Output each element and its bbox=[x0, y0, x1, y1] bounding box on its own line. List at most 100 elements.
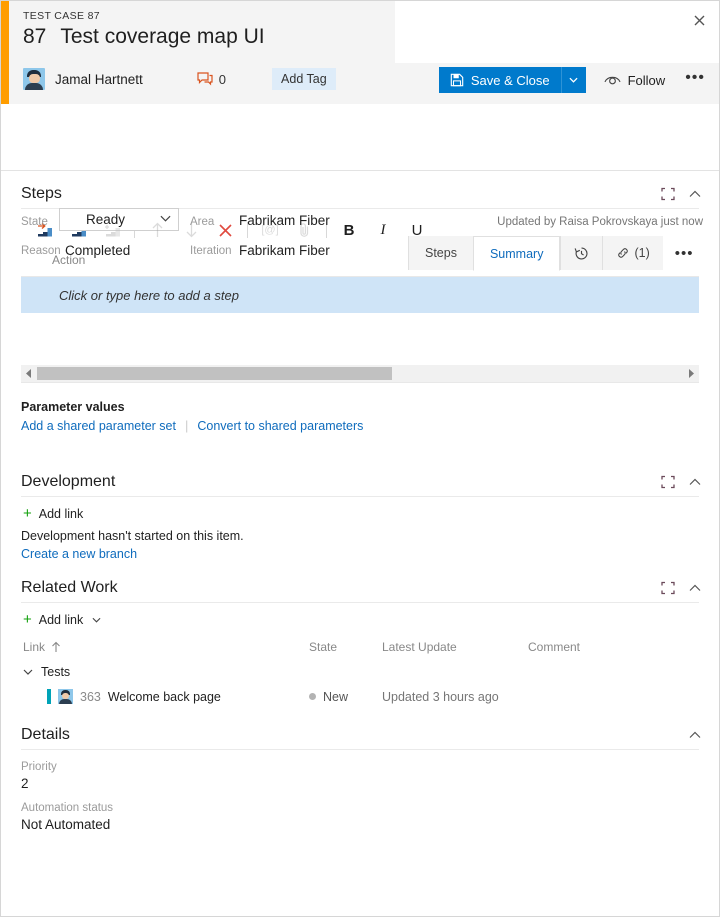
field-strip: State Ready Reason Completed Area Fabrik… bbox=[1, 104, 719, 171]
development-empty-text: Development hasn't started on this item. bbox=[1, 521, 719, 543]
tab-strip: Steps Summary (1) ••• bbox=[408, 236, 706, 270]
save-and-close-button[interactable]: Save & Close bbox=[439, 67, 561, 93]
work-item-id: 87 bbox=[23, 25, 46, 49]
comment-count-button[interactable]: 0 bbox=[197, 72, 226, 87]
scrollbar-thumb[interactable] bbox=[37, 367, 392, 380]
scrollbar-track[interactable] bbox=[37, 365, 683, 382]
tab-links-count: (1) bbox=[634, 246, 649, 260]
automation-status-value[interactable]: Not Automated bbox=[1, 814, 719, 832]
related-item-title[interactable]: Welcome back page bbox=[108, 690, 221, 704]
column-link[interactable]: Link bbox=[23, 640, 45, 654]
tab-steps[interactable]: Steps bbox=[408, 236, 473, 270]
link-divider: | bbox=[185, 418, 188, 433]
horizontal-scrollbar[interactable] bbox=[21, 365, 699, 382]
assigned-to-name[interactable]: Jamal Hartnett bbox=[55, 72, 143, 87]
development-section-header: Development bbox=[1, 473, 719, 491]
automation-status-label: Automation status bbox=[1, 791, 719, 814]
collapse-chevron-icon[interactable] bbox=[689, 191, 701, 198]
expand-icon[interactable] bbox=[661, 188, 675, 201]
development-add-link-button[interactable]: + Add link bbox=[1, 497, 719, 521]
expand-icon[interactable] bbox=[661, 476, 675, 489]
related-work-section-header: Related Work bbox=[1, 579, 719, 597]
scroll-left-icon[interactable] bbox=[21, 365, 37, 382]
tab-history[interactable] bbox=[560, 236, 602, 270]
related-item-latest-update: Updated 3 hours ago bbox=[382, 690, 528, 704]
related-item-id: 363 bbox=[80, 690, 101, 704]
reason-value[interactable]: Completed bbox=[65, 243, 130, 258]
expand-icon[interactable] bbox=[661, 582, 675, 595]
collapse-chevron-icon[interactable] bbox=[689, 585, 701, 592]
related-work-table-header: Link State Latest Update Comment bbox=[1, 627, 719, 654]
column-latest-update[interactable]: Latest Update bbox=[382, 640, 528, 654]
work-item-type-bar bbox=[47, 689, 51, 704]
tab-summary[interactable]: Summary bbox=[473, 236, 560, 271]
priority-value[interactable]: 2 bbox=[1, 773, 719, 791]
attach-icon bbox=[287, 217, 321, 243]
breadcrumb: TEST CASE 87 bbox=[23, 10, 100, 22]
plus-icon: + bbox=[23, 614, 32, 626]
add-tag-button[interactable]: Add Tag bbox=[272, 68, 336, 90]
collapse-chevron-icon[interactable] bbox=[689, 479, 701, 486]
avatar bbox=[23, 68, 45, 90]
add-step-row[interactable]: Click or type here to add a step bbox=[21, 277, 699, 313]
reason-label: Reason bbox=[21, 245, 61, 257]
steps-section-header: Steps bbox=[1, 185, 719, 203]
related-work-add-link-button[interactable]: + Add link bbox=[1, 603, 719, 627]
add-link-label: Add link bbox=[39, 613, 83, 627]
collapse-chevron-icon[interactable] bbox=[689, 732, 701, 739]
development-section-title: Development bbox=[21, 473, 115, 491]
related-item-state: New bbox=[323, 690, 348, 704]
page-title: 87 Test coverage map UI bbox=[23, 25, 265, 49]
add-shared-parameter-set-link[interactable]: Add a shared parameter set bbox=[21, 419, 176, 433]
group-label: Tests bbox=[41, 665, 70, 679]
column-state[interactable]: State bbox=[309, 640, 382, 654]
iteration-value[interactable]: Fabrikam Fiber bbox=[239, 243, 330, 258]
more-commands-button[interactable]: ••• bbox=[685, 73, 705, 88]
iteration-label: Iteration bbox=[190, 245, 232, 257]
add-link-label: Add link bbox=[39, 507, 83, 521]
follow-button[interactable]: Follow bbox=[604, 73, 666, 88]
insert-step-parameter-icon bbox=[95, 217, 129, 243]
link-icon bbox=[616, 246, 630, 260]
details-section-title: Details bbox=[21, 726, 70, 744]
chevron-down-icon bbox=[92, 617, 101, 623]
arrow-up-icon bbox=[51, 641, 61, 653]
eye-icon bbox=[604, 74, 621, 86]
tab-links[interactable]: (1) bbox=[602, 236, 662, 270]
updated-note: Updated by Raisa Pokrovskaya just now bbox=[497, 216, 703, 228]
status-dot bbox=[309, 693, 316, 700]
comment-count: 0 bbox=[219, 72, 226, 87]
related-work-section-title: Related Work bbox=[21, 579, 118, 597]
create-new-branch-link[interactable]: Create a new branch bbox=[21, 547, 137, 561]
save-options-dropdown[interactable] bbox=[561, 67, 586, 93]
chevron-down-icon bbox=[23, 669, 33, 675]
parameter-values-title: Parameter values bbox=[21, 400, 699, 414]
history-clock-icon bbox=[574, 246, 589, 261]
move-up-icon bbox=[140, 217, 174, 243]
command-bar: Save & Close Follow ••• bbox=[439, 67, 705, 93]
close-button[interactable] bbox=[685, 7, 713, 33]
save-and-close-label: Save & Close bbox=[471, 73, 550, 88]
save-disk-icon bbox=[450, 73, 464, 87]
state-label: State bbox=[21, 216, 48, 228]
steps-section-title: Steps bbox=[21, 185, 62, 203]
tab-more-button[interactable]: ••• bbox=[663, 236, 706, 270]
bold-icon[interactable]: B bbox=[332, 217, 366, 243]
move-down-icon bbox=[174, 217, 208, 243]
comment-icon bbox=[197, 72, 213, 86]
convert-to-shared-parameters-link[interactable]: Convert to shared parameters bbox=[197, 419, 363, 433]
follow-label: Follow bbox=[628, 73, 666, 88]
work-item-title[interactable]: Test coverage map UI bbox=[60, 25, 264, 49]
header-right-blank bbox=[395, 1, 720, 63]
avatar bbox=[58, 689, 73, 704]
parameter-values-block: Parameter values Add a shared parameter … bbox=[1, 383, 719, 433]
italic-icon[interactable]: I bbox=[366, 217, 400, 243]
plus-icon: + bbox=[23, 508, 32, 520]
table-row[interactable]: 363 Welcome back page New Updated 3 hour… bbox=[1, 679, 719, 704]
related-work-group-tests[interactable]: Tests bbox=[1, 654, 719, 679]
scroll-right-icon[interactable] bbox=[683, 365, 699, 382]
work-item-form: TEST CASE 87 87 Test coverage map UI Jam… bbox=[0, 0, 720, 917]
column-comment[interactable]: Comment bbox=[528, 640, 628, 654]
work-item-type-accent-bar bbox=[1, 1, 9, 104]
work-item-header: TEST CASE 87 87 Test coverage map UI Jam… bbox=[1, 1, 719, 104]
